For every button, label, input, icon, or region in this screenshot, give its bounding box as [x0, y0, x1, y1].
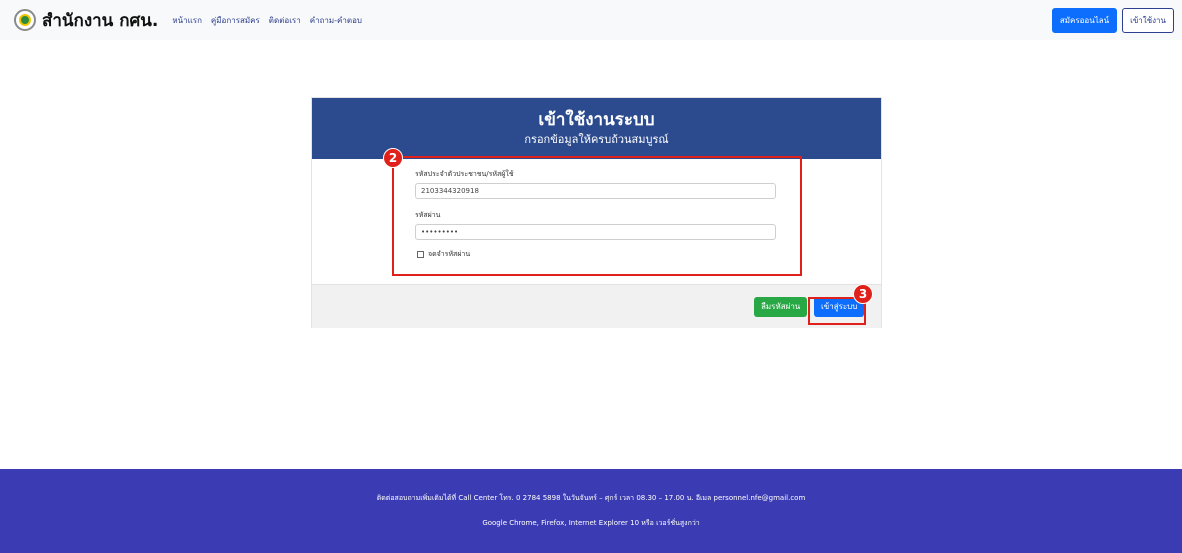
annotation-badge-3: 3	[853, 284, 873, 304]
login-card-footer: ลืมรหัสผ่าน เข้าสู่ระบบ	[312, 284, 881, 328]
page-footer: ติดต่อสอบถามเพิ่มเติมได้ที่ Call Center …	[0, 469, 1182, 553]
nav-link-manual[interactable]: คู่มือการสมัคร	[211, 14, 260, 27]
nav-links: หน้าแรก คู่มือการสมัคร ติดต่อเรา คำถาม-ค…	[172, 14, 362, 27]
login-subtitle: กรอกข้อมูลให้ครบถ้วนสมบูรณ์	[524, 132, 669, 146]
logo-icon[interactable]	[14, 9, 36, 31]
register-online-button[interactable]: สมัครออนไลน์	[1051, 7, 1118, 33]
nav-link-faq[interactable]: คำถาม-คำตอบ	[310, 14, 362, 27]
nav-link-contact[interactable]: ติดต่อเรา	[269, 14, 301, 27]
footer-contact-text: ติดต่อสอบถามเพิ่มเติมได้ที่ Call Center …	[376, 494, 806, 502]
login-nav-button[interactable]: เข้าใช้งาน	[1122, 7, 1174, 33]
nav-link-home[interactable]: หน้าแรก	[172, 14, 202, 27]
forgot-password-button[interactable]: ลืมรหัสผ่าน	[754, 297, 808, 317]
annotation-badge-2: 2	[383, 148, 403, 168]
login-title: เข้าใช้งานระบบ	[538, 109, 655, 130]
top-navbar: สำนักงาน กศน. หน้าแรก คู่มือการสมัคร ติด…	[0, 0, 1182, 40]
footer-browser-text: Google Chrome, Firefox, Internet Explore…	[482, 519, 700, 527]
nav-actions: สมัครออนไลน์ เข้าใช้งาน	[1051, 7, 1174, 33]
brand-title[interactable]: สำนักงาน กศน.	[42, 7, 158, 34]
annotation-form-highlight	[392, 156, 802, 276]
